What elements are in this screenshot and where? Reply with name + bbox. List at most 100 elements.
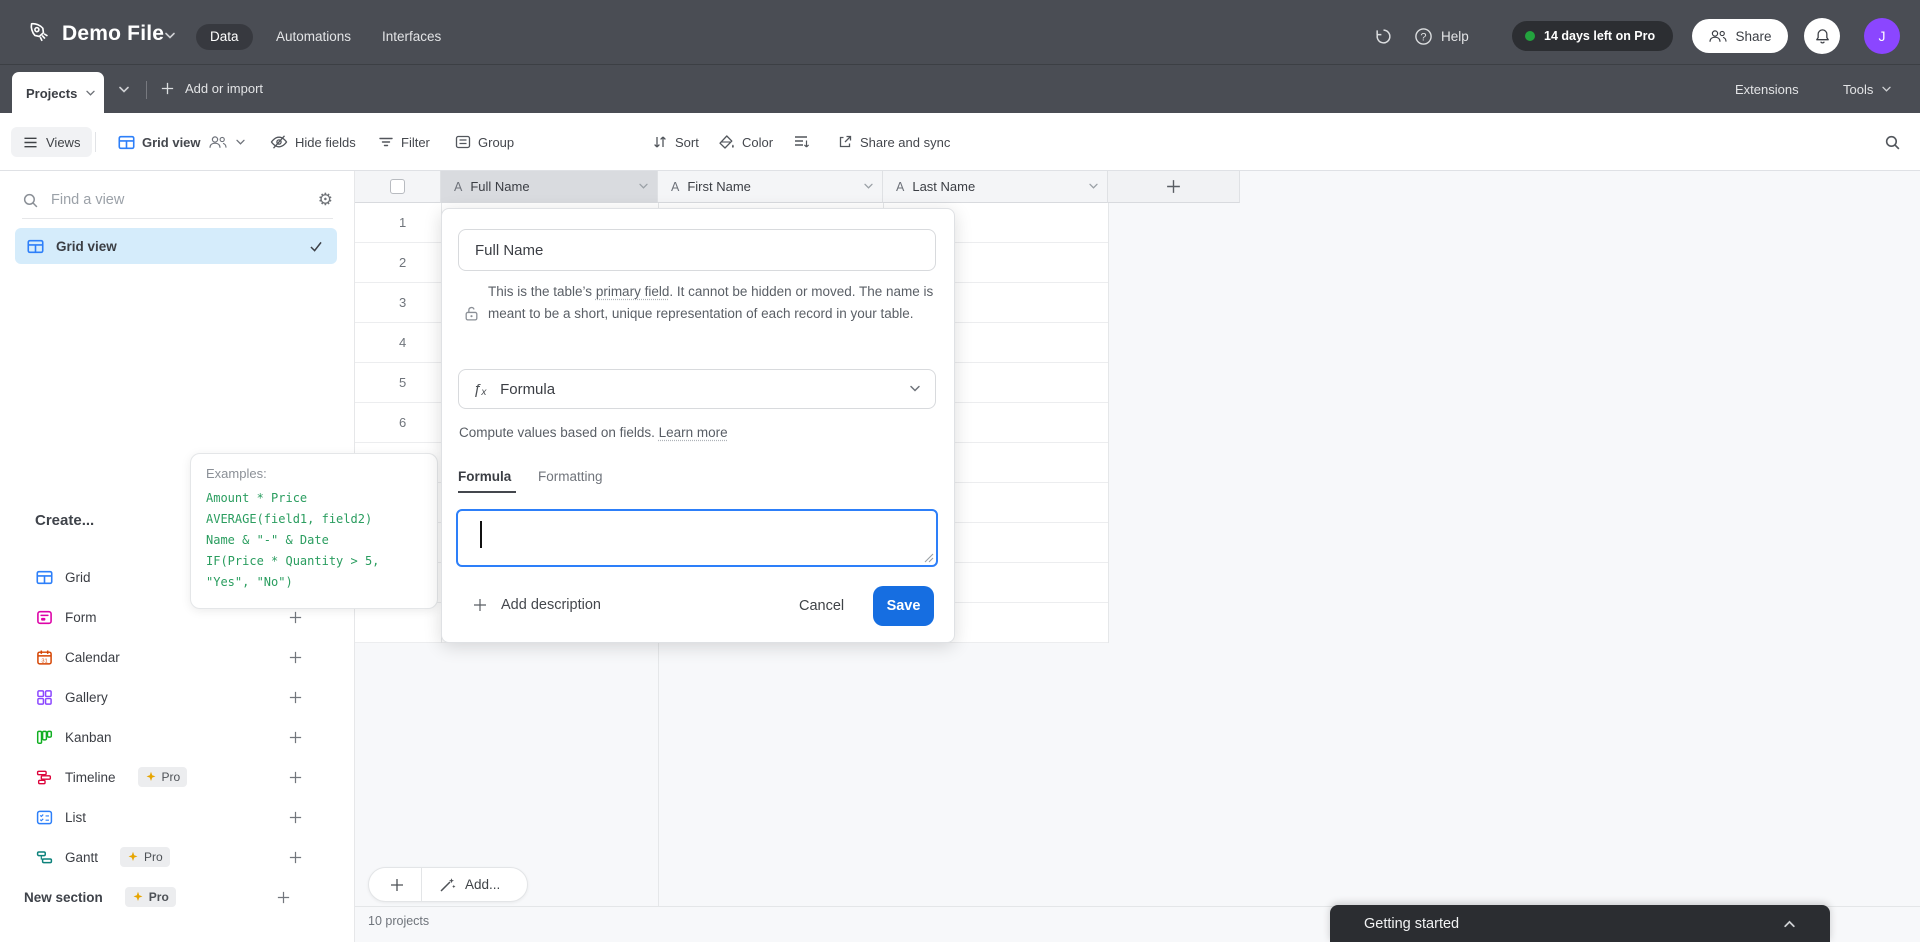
history-icon[interactable]	[1374, 27, 1393, 46]
tools-chevron-icon	[1881, 86, 1892, 93]
lock-icon	[463, 305, 480, 322]
chevron-up-icon	[1783, 919, 1796, 928]
column-header-full-name[interactable]: A Full Name	[441, 171, 658, 203]
item-label: Gantt	[65, 849, 99, 865]
share-label: Share	[1735, 28, 1772, 44]
search-icon[interactable]	[1884, 134, 1901, 151]
sidebar-item-kanban[interactable]: Kanban	[20, 719, 335, 755]
share-button[interactable]: Share	[1692, 19, 1788, 53]
example-line: "Yes", "No")	[206, 575, 293, 589]
sidebar-item-gallery[interactable]: Gallery	[20, 679, 335, 715]
tools-button[interactable]: Tools	[1843, 82, 1892, 97]
find-view-row: ⚙	[22, 185, 333, 215]
view-settings-gear-icon[interactable]: ⚙	[318, 190, 333, 210]
row-number: 2	[399, 255, 407, 270]
column-divider	[1108, 203, 1109, 643]
item-label: Grid	[65, 569, 91, 585]
column-header-last-name[interactable]: A Last Name	[883, 171, 1108, 203]
trial-badge[interactable]: 14 days left on Pro	[1512, 21, 1673, 51]
tab-formatting[interactable]: Formatting	[538, 469, 603, 484]
share-and-sync-button[interactable]: Share and sync	[837, 113, 950, 171]
sort-button[interactable]: Sort	[652, 113, 699, 171]
extensions-button[interactable]: Extensions	[1735, 82, 1799, 97]
grid-view-icon	[118, 134, 135, 151]
table-tab-projects[interactable]: Projects	[12, 72, 104, 114]
add-view-button[interactable]	[288, 650, 303, 665]
notifications-button[interactable]	[1804, 18, 1840, 54]
formula-input[interactable]	[456, 509, 938, 567]
tables-dropdown-chevron-icon[interactable]	[118, 86, 130, 94]
learn-more-link[interactable]: Learn more	[659, 425, 728, 440]
tab-interfaces[interactable]: Interfaces	[368, 24, 455, 50]
row-number: 4	[399, 335, 407, 350]
view-toolbar: Views Grid view Hide fields Filter Group…	[0, 113, 1920, 171]
cancel-button[interactable]: Cancel	[799, 598, 844, 614]
group-button[interactable]: Group	[455, 113, 514, 171]
column-header-first-name[interactable]: A First Name	[658, 171, 883, 203]
color-button[interactable]: Color	[718, 113, 773, 171]
row-height-button[interactable]	[793, 113, 810, 171]
add-or-import-button[interactable]: Add or import	[160, 81, 263, 96]
tab-data[interactable]: Data	[196, 24, 253, 50]
add-view-button[interactable]	[288, 690, 303, 705]
add-record-pill[interactable]: Add...	[368, 867, 528, 902]
search-icon	[22, 192, 39, 209]
magic-wand-icon	[422, 876, 465, 894]
tab-automations[interactable]: Automations	[262, 24, 365, 50]
add-view-button[interactable]	[288, 850, 303, 865]
column-name: Last Name	[912, 179, 976, 194]
view-switcher-button[interactable]: Grid view	[118, 113, 246, 171]
sidebar-item-list[interactable]: List	[20, 799, 335, 835]
plus-icon	[369, 877, 421, 893]
kanban-icon	[36, 729, 53, 746]
add-section-button[interactable]	[276, 890, 291, 905]
tab-formula[interactable]: Formula	[458, 469, 511, 484]
add-view-button[interactable]	[288, 610, 303, 625]
base-title[interactable]: Demo File	[62, 22, 164, 46]
select-all-header-cell[interactable]	[355, 171, 441, 203]
item-label: Calendar	[65, 649, 120, 665]
add-field-button[interactable]	[1108, 171, 1240, 203]
avatar[interactable]: J	[1864, 18, 1900, 54]
plus-icon	[472, 597, 488, 613]
sidebar-view-grid-view[interactable]: Grid view	[15, 228, 337, 264]
help-button[interactable]: ? Help	[1414, 27, 1469, 46]
toolbar-divider	[95, 132, 96, 152]
formula-examples-tooltip: Examples: Amount * Price AVERAGE(field1,…	[190, 453, 438, 609]
find-view-input[interactable]	[51, 192, 306, 208]
field-name-input[interactable]	[458, 229, 936, 271]
primary-field-note: This is the table’s primary field. It ca…	[488, 281, 946, 325]
plus-icon	[160, 81, 175, 96]
getting-started-bar[interactable]: Getting started	[1330, 905, 1830, 942]
add-description-button[interactable]: Add description	[472, 597, 601, 613]
tools-label: Tools	[1843, 82, 1874, 97]
pro-label: Pro	[148, 890, 169, 904]
getting-started-label: Getting started	[1364, 915, 1460, 932]
base-title-chevron-icon[interactable]	[164, 32, 176, 40]
column-menu-chevron-icon[interactable]	[1088, 183, 1099, 190]
select-all-checkbox[interactable]	[390, 179, 405, 194]
hide-fields-button[interactable]: Hide fields	[270, 113, 356, 171]
column-menu-chevron-icon[interactable]	[638, 183, 649, 190]
add-view-button[interactable]	[288, 810, 303, 825]
sidebar-item-timeline[interactable]: Timeline Pro	[20, 759, 335, 795]
timeline-icon	[36, 769, 53, 786]
column-menu-chevron-icon[interactable]	[863, 183, 874, 190]
add-view-button[interactable]	[288, 730, 303, 745]
trial-badge-label: 14 days left on Pro	[1544, 29, 1656, 43]
row-number: 3	[399, 295, 407, 310]
examples-title: Examples:	[206, 466, 267, 481]
filter-button[interactable]: Filter	[378, 113, 430, 171]
view-switcher-chevron-icon	[235, 139, 246, 146]
resize-handle-icon[interactable]	[924, 553, 934, 563]
add-view-button[interactable]	[288, 770, 303, 785]
save-button[interactable]: Save	[873, 586, 934, 626]
help-icon: ?	[1414, 27, 1433, 46]
item-label: Form	[65, 609, 97, 625]
sidebar-item-new-section[interactable]: New section Pro	[8, 879, 335, 915]
field-type-select[interactable]: ƒₓ Formula	[458, 369, 936, 409]
views-toggle-button[interactable]: Views	[11, 127, 93, 157]
type-select-chevron-icon	[909, 385, 921, 393]
sidebar-item-gantt[interactable]: Gantt Pro	[20, 839, 335, 875]
sidebar-item-calendar[interactable]: 31 Calendar	[20, 639, 335, 675]
